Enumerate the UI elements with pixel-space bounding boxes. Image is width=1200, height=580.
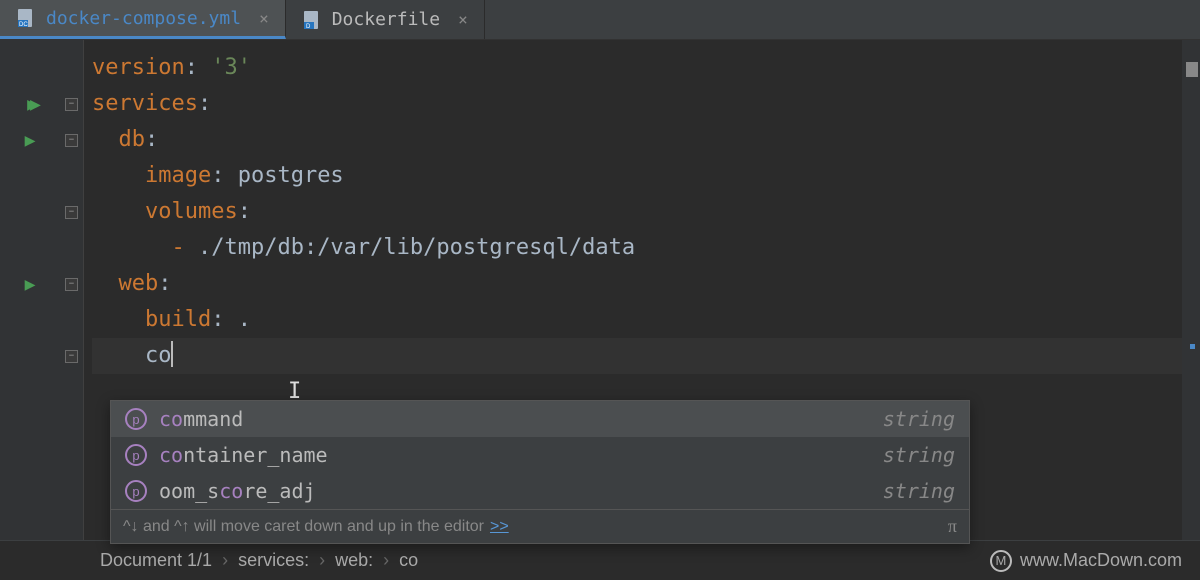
analysis-indicator[interactable]: [1186, 62, 1198, 76]
code-line[interactable]: - ./tmp/db:/var/lib/postgresql/data: [92, 230, 1182, 266]
breadcrumb-item[interactable]: Document 1/1: [100, 550, 212, 570]
autocomplete-item[interactable]: pcommandstring: [111, 401, 969, 437]
autocomplete-type: string: [883, 479, 955, 503]
code-line[interactable]: image: postgres: [92, 158, 1182, 194]
status-bar: Document 1/1 › services: › web: › co M www.Mac…: [0, 540, 1200, 580]
fold-row[interactable]: −: [60, 122, 83, 158]
file-icon: D: [302, 10, 322, 30]
tab-docker-compose[interactable]: DC docker-compose.yml ×: [0, 0, 286, 39]
brand-icon: M: [990, 550, 1012, 572]
tab-label: Dockerfile: [332, 9, 440, 30]
breadcrumb-item[interactable]: web:: [335, 550, 373, 570]
autocomplete-item[interactable]: pcontainer_namestring: [111, 437, 969, 473]
code-line[interactable]: volumes:: [92, 194, 1182, 230]
close-icon[interactable]: ×: [450, 10, 468, 29]
breadcrumb[interactable]: Document 1/1 › services: › web: › co: [100, 550, 418, 571]
file-icon: DC: [16, 8, 36, 28]
fold-gutter: − − − − −: [60, 40, 84, 540]
autocomplete-type: string: [883, 443, 955, 467]
tab-dockerfile[interactable]: D Dockerfile ×: [286, 0, 485, 39]
autocomplete-hint: ^↓ and ^↑ will move caret down and up in…: [111, 509, 969, 543]
code-line[interactable]: version: '3': [92, 50, 1182, 86]
property-icon: p: [125, 480, 147, 502]
breadcrumb-item[interactable]: services:: [238, 550, 309, 570]
property-icon: p: [125, 408, 147, 430]
gutter-row: [0, 230, 60, 266]
fold-row: [60, 50, 83, 86]
autocomplete-popup: pcommandstringpcontainer_namestringpoom_…: [110, 400, 970, 544]
run-icon[interactable]: ▶: [25, 130, 36, 151]
fold-toggle-icon[interactable]: −: [65, 98, 78, 111]
run-gutter: ▶▶▶▶: [0, 40, 60, 540]
fold-row: [60, 302, 83, 338]
fold-toggle-icon[interactable]: −: [65, 350, 78, 363]
close-icon[interactable]: ×: [251, 9, 269, 28]
code-line[interactable]: services:: [92, 86, 1182, 122]
code-line[interactable]: build: .: [92, 302, 1182, 338]
watermark: M www.MacDown.com: [990, 550, 1182, 572]
breadcrumb-item[interactable]: co: [399, 550, 418, 570]
pi-icon[interactable]: π: [948, 516, 957, 537]
property-icon: p: [125, 444, 147, 466]
chevron-right-icon: ›: [319, 550, 325, 570]
caret-position-marker: [1190, 344, 1195, 349]
gutter-row: [0, 302, 60, 338]
fold-row[interactable]: −: [60, 266, 83, 302]
fold-row[interactable]: −: [60, 338, 83, 374]
fold-row: [60, 230, 83, 266]
hint-link[interactable]: >>: [490, 518, 509, 536]
chevron-right-icon: ›: [222, 550, 228, 570]
tab-label: docker-compose.yml: [46, 8, 241, 29]
fold-toggle-icon[interactable]: −: [65, 134, 78, 147]
gutter-row: [0, 158, 60, 194]
run-all-icon[interactable]: ▶▶: [27, 94, 33, 115]
code-line[interactable]: web:: [92, 266, 1182, 302]
tab-bar: DC docker-compose.yml × D Dockerfile ×: [0, 0, 1200, 40]
scrollbar-marker-gutter[interactable]: [1182, 40, 1200, 540]
autocomplete-type: string: [883, 407, 955, 431]
gutter-row: [0, 50, 60, 86]
fold-toggle-icon[interactable]: −: [65, 206, 78, 219]
gutter-row: [0, 338, 60, 374]
svg-text:DC: DC: [19, 22, 28, 28]
chevron-right-icon: ›: [383, 550, 389, 570]
code-line[interactable]: db:: [92, 122, 1182, 158]
run-icon[interactable]: ▶: [25, 274, 36, 295]
fold-row[interactable]: −: [60, 194, 83, 230]
fold-row[interactable]: −: [60, 86, 83, 122]
gutter-row: [0, 194, 60, 230]
gutter-row[interactable]: ▶: [0, 266, 60, 302]
autocomplete-item[interactable]: poom_score_adjstring: [111, 473, 969, 509]
gutter-row[interactable]: ▶▶: [0, 86, 60, 122]
fold-row: [60, 158, 83, 194]
code-line[interactable]: co: [92, 338, 1182, 374]
svg-text:D: D: [306, 24, 311, 30]
editor: ▶▶▶▶ −−−−− version: '3'services: db: ima…: [0, 40, 1200, 540]
gutter-row[interactable]: ▶: [0, 122, 60, 158]
fold-toggle-icon[interactable]: −: [65, 278, 78, 291]
